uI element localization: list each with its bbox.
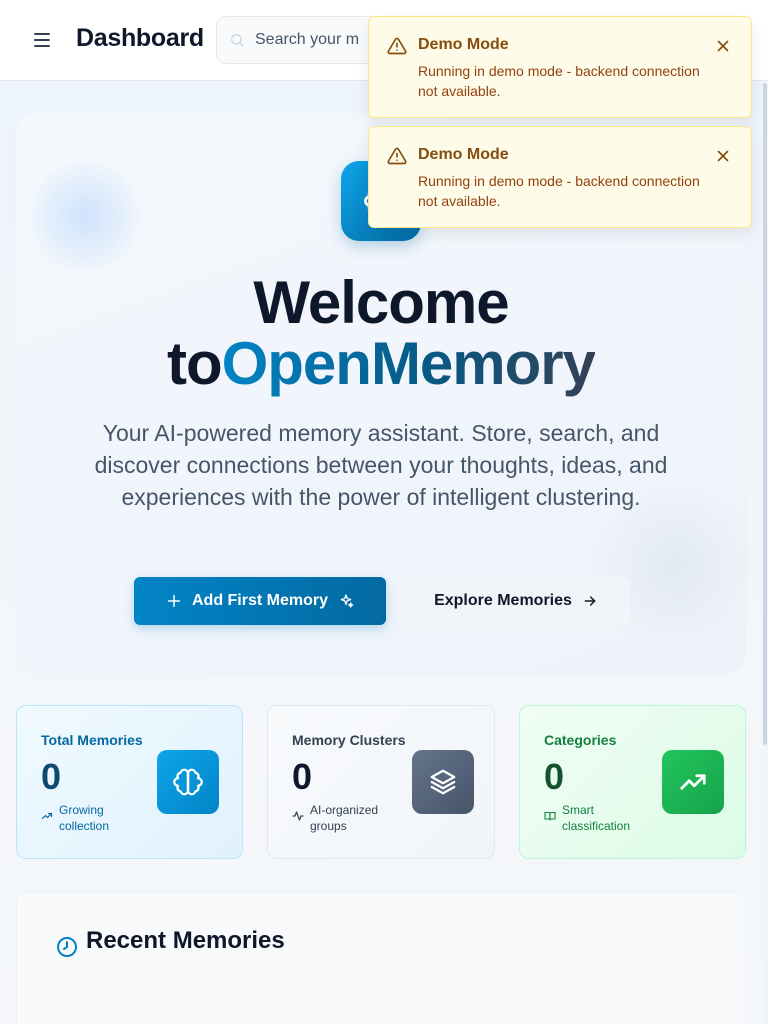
stat-label: Categories	[544, 732, 617, 748]
stat-card-total-memories[interactable]: Total Memories 0 Growing collection	[16, 705, 243, 859]
recent-memories-title: Recent Memories	[86, 927, 285, 954]
trending-up-icon	[662, 750, 724, 814]
stat-label: Total Memories	[41, 732, 143, 748]
plus-icon	[167, 594, 181, 608]
sparkles-icon	[340, 594, 354, 608]
stat-note: Smart classification	[544, 802, 652, 834]
stat-value: 0	[41, 756, 62, 797]
search-icon	[231, 34, 244, 47]
close-icon[interactable]	[714, 37, 732, 55]
hero-subtitle: Your AI-powered memory assistant. Store,…	[94, 420, 668, 510]
toast-message: Running in demo mode - backend connectio…	[418, 63, 700, 99]
menu-icon[interactable]	[30, 29, 54, 51]
stat-note-text: AI-organized groups	[310, 803, 379, 833]
stat-card-categories[interactable]: Categories 0 Smart classification	[519, 705, 746, 859]
warning-icon	[387, 147, 407, 165]
hero-title-brand: OpenMemory	[221, 330, 596, 397]
recent-memories-panel: Recent Memories	[16, 892, 746, 1024]
stat-note: Growing collection	[41, 802, 149, 834]
clock-icon	[57, 937, 77, 957]
stat-label: Memory Clusters	[292, 732, 406, 748]
hero-title: Welcome toOpenMemory	[0, 272, 762, 394]
close-icon[interactable]	[714, 147, 732, 165]
add-first-memory-button[interactable]: Add First Memory	[134, 577, 386, 625]
stat-card-memory-clusters[interactable]: Memory Clusters 0 AI-organized groups	[267, 705, 495, 859]
activity-icon	[292, 811, 304, 821]
explore-memories-button[interactable]: Explore Memories	[402, 577, 630, 625]
toast-title: Demo Mode	[418, 146, 509, 163]
scrollbar-thumb[interactable]	[763, 83, 767, 745]
warning-icon	[387, 37, 407, 55]
stat-note: AI-organized groups	[292, 802, 400, 834]
decorative-blob	[30, 161, 140, 271]
toast-title: Demo Mode	[418, 36, 509, 53]
toast-notification: Demo Mode Running in demo mode - backend…	[368, 16, 752, 118]
explore-memories-label: Explore Memories	[434, 592, 572, 609]
hero-title-to: to	[166, 330, 223, 397]
add-first-memory-label: Add First Memory	[191, 592, 328, 609]
stat-value: 0	[292, 756, 313, 797]
brain-icon	[157, 750, 219, 814]
toast-notification: Demo Mode Running in demo mode - backend…	[368, 126, 752, 228]
hero-title-line1: Welcome	[253, 269, 509, 336]
arrow-right-icon	[584, 596, 596, 606]
stat-note-text: Growing collection	[59, 803, 110, 833]
toast-message: Running in demo mode - backend connectio…	[418, 173, 700, 209]
layers-icon	[412, 750, 474, 814]
page-scrollbar[interactable]	[762, 81, 768, 1024]
hero-title-line2: toOpenMemory	[0, 333, 762, 394]
stat-note-text: Smart classification	[562, 803, 631, 833]
book-icon	[544, 811, 556, 821]
stat-value: 0	[544, 756, 565, 797]
trend-icon	[41, 812, 53, 820]
page-title: Dashboard	[76, 24, 204, 52]
